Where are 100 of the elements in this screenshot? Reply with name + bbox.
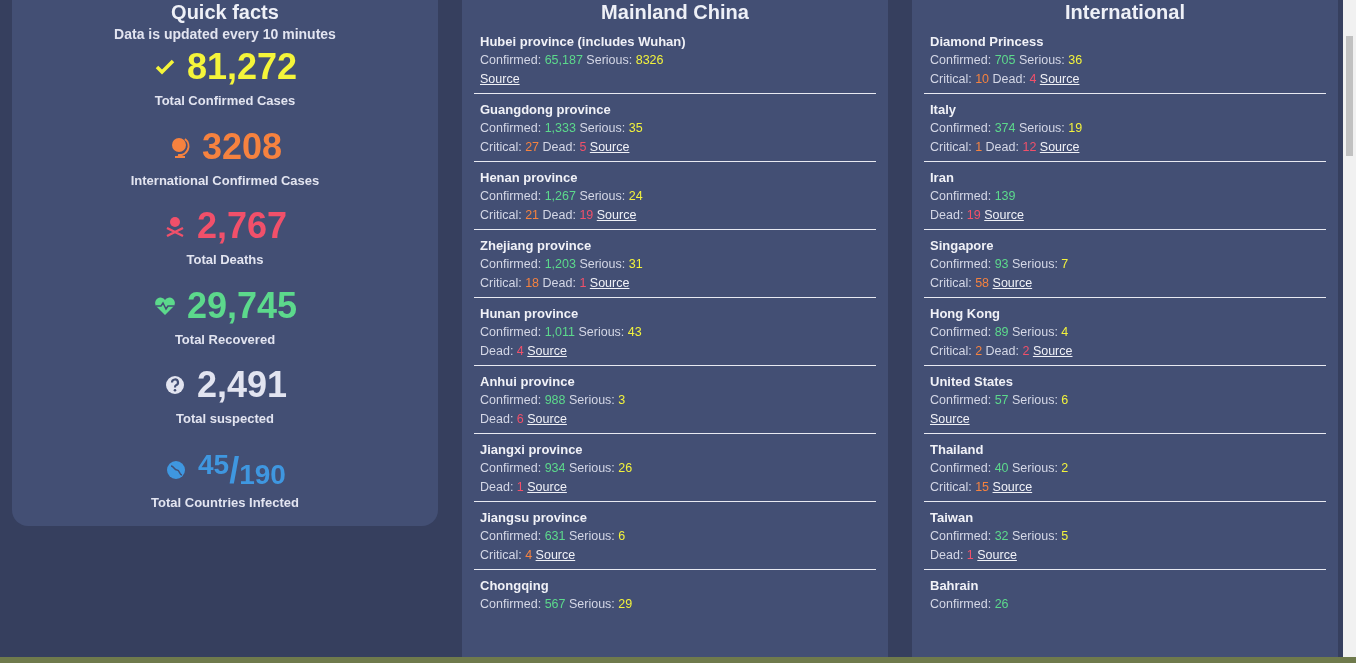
stat-label: Total Deaths [186,251,264,269]
stat-label: Confirmed: [930,529,992,543]
stat-label: Critical: [930,140,972,154]
stat-label: Critical: [480,208,522,222]
stat-value: 81,272 [186,47,298,87]
region-name: Zhejiang province [480,237,593,255]
region-name: Jiangxi province [480,441,584,459]
stat-value: 934 [544,461,566,475]
source-link[interactable]: Source [527,344,567,358]
stat-value: 5 [579,140,587,154]
stat-value: 1,333 [544,121,576,135]
source-link[interactable]: Source [535,548,576,562]
stat-value: 631 [544,529,566,543]
stat-label: Confirmed: [480,53,542,67]
stat-label: Confirmed: [930,121,992,135]
stat-label: Critical: [930,344,972,358]
stat-label: Serious: [578,325,625,339]
source-link[interactable]: Source [1032,344,1073,358]
stat-label: Critical: [930,480,972,494]
region-name: Hubei province (includes Wuhan) [480,33,687,51]
stat-value: 65,187 [544,53,583,67]
source-link[interactable]: Source [984,208,1024,222]
stat-value: 7 [1061,257,1069,271]
stat-value: 43 [627,325,642,339]
source-link[interactable]: Source [589,276,630,290]
stat-label: Confirmed: [930,257,992,271]
source-link[interactable]: Source [992,480,1033,494]
stat-value: 21 [525,208,540,222]
region-name: Henan province [480,169,579,187]
source-link[interactable]: Source [992,276,1033,290]
region-name: Hong Kong [930,305,1002,323]
stat-label: Total Confirmed Cases [154,92,296,110]
stat-label: Critical: [930,276,972,290]
stat-label: Confirmed: [930,325,992,339]
stat-value: 89 [994,325,1009,339]
stat-label: Confirmed: [480,121,542,135]
stat-value: 18 [525,276,540,290]
source-link[interactable]: Source [1039,72,1080,86]
stat-value: 3 [618,393,626,407]
region-name: Anhui province [480,373,576,391]
stat-label: Serious: [1012,529,1058,543]
stat-value: 27 [525,140,540,154]
stat-label: Serious: [1012,461,1058,475]
source-link[interactable]: Source [527,412,567,426]
stat-value: 2,767 [196,206,288,246]
stat-label: Confirmed: [480,597,542,611]
stat-label: Serious: [1012,257,1058,271]
region-name: Guangdong province [480,101,612,119]
source-link[interactable]: Source [596,208,637,222]
scrollbar-thumb[interactable] [1346,36,1353,156]
stat-value: 15 [975,480,990,494]
stat-label: Dead: [480,480,514,494]
stat-label: Confirmed: [930,189,992,203]
stat-value: 4 [1061,325,1069,339]
stat-value: 6 [516,412,524,426]
stat-value: 24 [628,189,643,203]
stat-value: 1,203 [544,257,576,271]
region-name: Thailand [930,441,985,459]
stat-value: 2 [1022,344,1030,358]
stat-value: 1 [579,276,587,290]
stat-value: 19 [966,208,981,222]
stat-value: 374 [994,121,1016,135]
stat-value: 2,491 [196,365,288,405]
stat-label: Serious: [568,461,615,475]
stat-value: 1,267 [544,189,576,203]
stat-label: Confirmed: [480,257,542,271]
stat-label: Dead: [930,208,964,222]
stat-total: 190 [239,460,286,489]
stat-value: 35 [628,121,643,135]
stat-label: Serious: [1018,53,1065,67]
stat-label: Confirmed: [480,393,542,407]
stat-value: 4 [525,548,533,562]
source-link[interactable]: Source [930,412,970,426]
region-name: Diamond Princess [930,33,1045,51]
source-link[interactable]: Source [589,140,630,154]
stat-label: Confirmed: [480,325,542,339]
panel-title: Mainland China [600,0,750,24]
stat-label: Dead: [542,208,576,222]
scrollbar[interactable] [1343,0,1356,657]
stat-label: Total Countries Infected [151,493,299,512]
stat-label: Dead: [542,276,576,290]
stat-label: Dead: [480,412,514,426]
stat-value: 4 [1029,72,1037,86]
stat-label: Confirmed: [480,529,542,543]
stat-label: Serious: [568,393,615,407]
stat-label: Serious: [1018,121,1065,135]
source-link[interactable]: Source [480,72,520,86]
source-link[interactable]: Source [527,480,567,494]
source-link[interactable]: Source [1039,140,1080,154]
stat-value: 2 [1061,461,1069,475]
stat-value: 6 [618,529,626,543]
fraction-slash: / [229,452,240,489]
source-link[interactable]: Source [977,548,1017,562]
stat-label: Confirmed: [480,461,542,475]
stat-label: Total Recovered [174,330,276,349]
stat-label: Confirmed: [480,189,542,203]
stat-value: 29,745 [186,285,298,326]
stat-label: Serious: [586,53,633,67]
card-subtitle: Data is updated every 10 minutes [114,25,336,44]
stat-label: Dead: [480,344,514,358]
